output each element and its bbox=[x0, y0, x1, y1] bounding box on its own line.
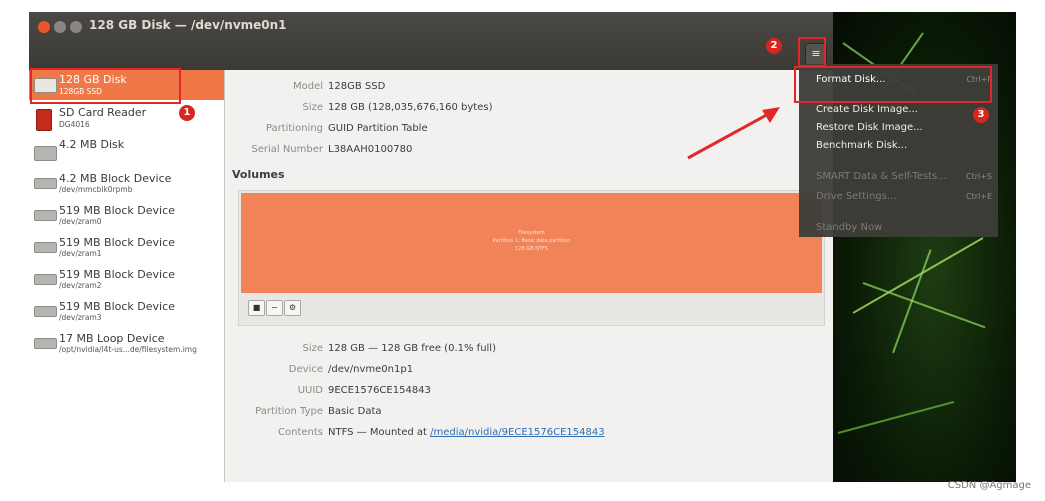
close-icon[interactable] bbox=[38, 21, 50, 33]
block-device-icon bbox=[34, 210, 57, 221]
sidebar-item-4mb-disk[interactable]: 4.2 MB Disk bbox=[29, 136, 224, 166]
disk-icon bbox=[34, 146, 57, 161]
shortcut-drive-settings: Ctrl+E bbox=[966, 192, 992, 201]
sidebar-item-sub: /dev/zram0 bbox=[59, 217, 102, 226]
sidebar-item-sub: /dev/zram2 bbox=[59, 281, 102, 290]
serial-value: L38AAH0100780 bbox=[328, 144, 413, 155]
window-title: 128 GB Disk — /dev/nvme0n1 bbox=[89, 18, 287, 32]
sidebar-item-zram2[interactable]: 519 MB Block Device /dev/zram2 bbox=[29, 264, 224, 294]
partitioning-label: Partitioning bbox=[265, 123, 323, 134]
maximize-icon[interactable] bbox=[70, 21, 82, 33]
volumes-graphic: Filesystem Partition 1: Basic data parti… bbox=[238, 190, 825, 326]
block-device-icon bbox=[34, 178, 57, 189]
sidebar-item-zram3[interactable]: 519 MB Block Device /dev/zram3 bbox=[29, 296, 224, 326]
device-label: Device bbox=[288, 364, 323, 375]
watermark-credit: CSDN @Agmage bbox=[947, 480, 1031, 491]
uuid-label: UUID bbox=[297, 385, 323, 396]
annotation-badge-2: 2 bbox=[766, 38, 782, 54]
partition-text: Partition 1: Basic data partition bbox=[492, 238, 571, 244]
sidebar-item-label: 519 MB Block Device bbox=[59, 236, 175, 249]
sidebar-item-label: 519 MB Block Device bbox=[59, 300, 175, 313]
sidebar-item-sd-card-reader[interactable]: SD Card Reader DG4016 bbox=[29, 104, 224, 134]
model-label: Model bbox=[292, 81, 323, 92]
annotation-box-format bbox=[794, 66, 992, 103]
partition-text: 128 GB NTFS bbox=[515, 246, 548, 252]
sidebar-item-sub: DG4016 bbox=[59, 120, 90, 129]
sidebar-item-sub: /dev/mmcblk0rpmb bbox=[59, 185, 133, 194]
menu-item-standby-now[interactable]: Standby Now bbox=[816, 222, 882, 233]
delete-partition-button[interactable]: − bbox=[266, 300, 283, 316]
sidebar-item-label: 17 MB Loop Device bbox=[59, 332, 165, 345]
contents-prefix: NTFS — Mounted at bbox=[328, 427, 431, 438]
serial-label: Serial Number bbox=[251, 144, 323, 155]
mount-point-link[interactable]: /media/nvidia/9ECE1576CE154843 bbox=[430, 427, 604, 438]
block-device-icon bbox=[34, 306, 57, 317]
partition-settings-button[interactable]: ⚙ bbox=[284, 300, 301, 316]
partition-type-value: Basic Data bbox=[328, 406, 382, 417]
menu-item-drive-settings[interactable]: Drive Settings... bbox=[816, 191, 896, 202]
annotation-box-menu bbox=[798, 37, 826, 67]
volumes-heading: Volumes bbox=[232, 168, 285, 181]
loop-device-icon bbox=[34, 338, 57, 349]
annotation-arrow bbox=[687, 107, 780, 160]
device-value: /dev/nvme0n1p1 bbox=[328, 364, 414, 375]
menu-item-smart-data[interactable]: SMART Data & Self-Tests... bbox=[816, 171, 947, 182]
partition-size-value: 128 GB — 128 GB free (0.1% full) bbox=[328, 343, 496, 354]
annotation-badge-1: 1 bbox=[179, 105, 195, 121]
size-label: Size bbox=[302, 102, 323, 113]
menu-item-benchmark-disk[interactable]: Benchmark Disk... bbox=[816, 140, 907, 151]
sidebar-item-sub: /opt/nvidia/l4t-us...de/filesystem.img bbox=[59, 345, 197, 354]
menu-item-restore-disk-image[interactable]: Restore Disk Image... bbox=[816, 122, 923, 133]
sidebar-item-label: 4.2 MB Disk bbox=[59, 138, 125, 151]
model-value: 128GB SSD bbox=[328, 81, 386, 92]
sidebar-item-label: 519 MB Block Device bbox=[59, 204, 175, 217]
block-device-icon bbox=[34, 274, 57, 285]
sidebar-item-label: 519 MB Block Device bbox=[59, 268, 175, 281]
sd-card-icon bbox=[36, 109, 52, 131]
size-value: 128 GB (128,035,676,160 bytes) bbox=[328, 102, 493, 113]
annotation-box-disk bbox=[30, 68, 181, 104]
sidebar-item-label: SD Card Reader bbox=[59, 106, 147, 119]
wallpaper-streak bbox=[862, 282, 986, 329]
title-bar[interactable]: 128 GB Disk — /dev/nvme0n1 ≡ bbox=[29, 12, 833, 70]
partition-size-label: Size bbox=[302, 343, 323, 354]
minimize-icon[interactable] bbox=[54, 21, 66, 33]
partitioning-value: GUID Partition Table bbox=[328, 123, 428, 134]
sidebar-item-loop-device[interactable]: 17 MB Loop Device /opt/nvidia/l4t-us...d… bbox=[29, 328, 224, 358]
sidebar-item-zram0[interactable]: 519 MB Block Device /dev/zram0 bbox=[29, 200, 224, 230]
menu-item-create-disk-image[interactable]: Create Disk Image... bbox=[816, 104, 918, 115]
wallpaper-streak bbox=[837, 400, 955, 434]
wallpaper-streak bbox=[892, 249, 932, 354]
sidebar-item-zram1[interactable]: 519 MB Block Device /dev/zram1 bbox=[29, 232, 224, 262]
annotation-badge-3: 3 bbox=[973, 107, 989, 123]
partition-type-label: Partition Type bbox=[255, 406, 323, 417]
device-sidebar: 128 GB Disk 128GB SSD SD Card Reader DG4… bbox=[29, 70, 225, 482]
partition-block[interactable]: Filesystem Partition 1: Basic data parti… bbox=[241, 193, 822, 293]
contents-value: NTFS — Mounted at /media/nvidia/9ECE1576… bbox=[328, 427, 605, 438]
sidebar-item-sub: /dev/zram1 bbox=[59, 249, 102, 258]
sidebar-item-label: 4.2 MB Block Device bbox=[59, 172, 172, 185]
sidebar-item-sub: /dev/zram3 bbox=[59, 313, 102, 322]
block-device-icon bbox=[34, 242, 57, 253]
sidebar-item-mmcblk0rpmb[interactable]: 4.2 MB Block Device /dev/mmcblk0rpmb bbox=[29, 168, 224, 198]
unmount-button[interactable]: ■ bbox=[248, 300, 265, 316]
contents-label: Contents bbox=[278, 427, 323, 438]
shortcut-smart-data: Ctrl+S bbox=[965, 172, 992, 181]
partition-text: Filesystem bbox=[518, 230, 545, 236]
uuid-value: 9ECE1576CE154843 bbox=[328, 385, 431, 396]
